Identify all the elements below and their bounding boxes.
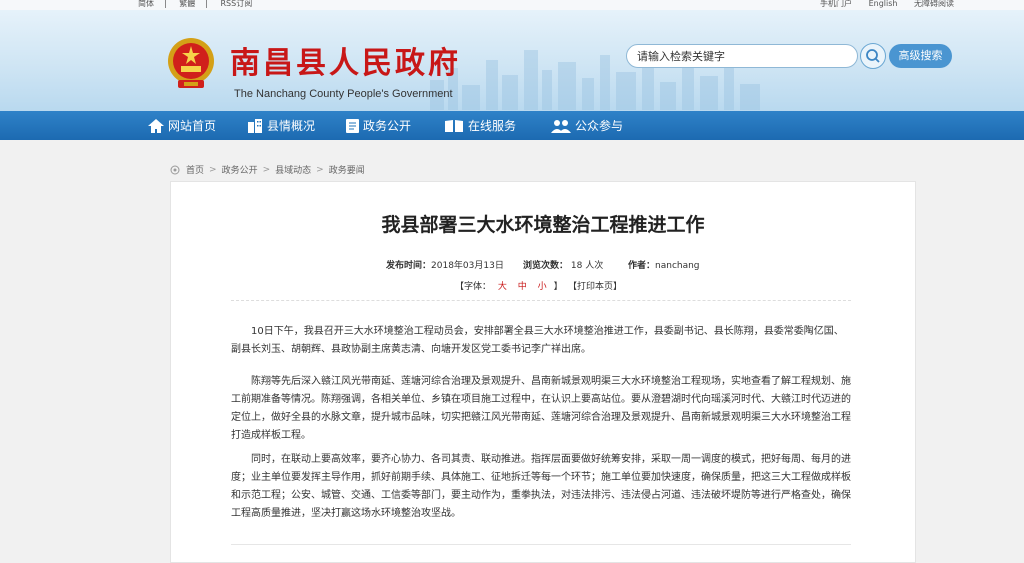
site-subtitle: The Nanchang County People's Government [234,88,453,100]
font-size-close: 】 [553,282,563,292]
nav-label: 县情概况 [267,119,316,133]
nav-item-county-overview[interactable]: 县情概况 [247,111,315,140]
publish-date: 2018年03月13日 [431,261,504,271]
nav-item-online-service[interactable]: 在线服务 [444,111,516,140]
search-button[interactable] [860,43,886,69]
font-size-medium[interactable]: 中 [518,282,527,292]
document-icon [346,118,359,133]
nav-item-gov-affairs[interactable]: 政务公开 [346,111,411,140]
topbar-simplified-link[interactable]: 简体 [138,0,154,8]
publish-meta: 发布时间：2018年03月13日 [386,258,504,271]
national-emblem-icon [168,38,214,88]
nav-item-home[interactable]: 网站首页 [148,111,216,140]
nav-label: 网站首页 [168,119,217,133]
article-title: 我县部署三大水环境整治工程推进工作 [381,214,705,236]
main-nav: 网站首页 县情概况 政务公开 在线服务 公众参与 [0,111,1024,140]
nav-label: 公众参与 [575,119,624,133]
topbar-mobile-link[interactable]: 手机门户 [820,0,852,8]
font-size-controls: 【字体： 大 中 小 】 [455,279,563,292]
search-icon [866,49,880,63]
article-footer-rule [231,544,851,545]
breadcrumb-home[interactable]: 首页 [186,163,204,176]
topbar-rss-link[interactable]: RSS订阅 [221,0,253,8]
advanced-search-button[interactable]: 高级搜索 [889,44,952,68]
article-paragraph: 同时，在联动上要高效率，要齐心协力、各司其责、联动推进。指挥层面要做好统筹安排，… [231,454,851,519]
home-icon [148,118,164,133]
views-unit: 人次 [585,261,604,271]
article-paragraph: 陈翔等先后深入赣江风光带南延、莲塘河综合治理及景观提升、昌南新城景观明渠三大水环… [231,376,851,441]
author-meta: 作者：nanchang [628,258,700,271]
breadcrumb-county-news[interactable]: 县域动态 [275,163,311,176]
meta-divider [231,300,851,301]
article-panel: 我县部署三大水环境整治工程推进工作 发布时间：2018年03月13日 浏览次数：… [170,181,916,563]
top-utility-bar: 简体 | 繁體 | RSS订阅 手机门户 English 无障碍阅读 [0,0,1024,10]
author-label: 作者： [628,261,656,271]
author-name: nanchang [655,261,700,271]
nav-item-public-participation[interactable]: 公众参与 [551,111,623,140]
print-page-link[interactable]: 【打印本页】 [568,279,622,292]
breadcrumb-gov-headlines[interactable]: 政务要闻 [329,163,365,176]
breadcrumb: 首页 > 政务公开 > 县域动态 > 政务要闻 [170,163,365,176]
article-paragraph: 10日下午，我县召开三大水环境整治工程动员会，安排部署全县三大水环境整治推进工作… [231,326,844,355]
users-icon [551,119,571,133]
book-icon [445,119,463,132]
search-input[interactable] [626,44,858,68]
views-label: 浏览次数： [523,261,569,271]
nav-label: 政务公开 [363,119,412,133]
topbar-traditional-link[interactable]: 繁體 [179,0,195,8]
site-banner: 南昌县人民政府 The Nanchang County People's Gov… [0,10,1024,111]
publish-label: 发布时间： [386,261,432,271]
font-size-label: 【字体： [455,282,492,292]
site-title: 南昌县人民政府 [230,46,461,81]
topbar-accessibility-link[interactable]: 无障碍阅读 [914,0,954,8]
location-icon [170,165,180,174]
breadcrumb-gov-affairs[interactable]: 政务公开 [222,163,258,176]
views-meta: 浏览次数： 18 人次 [523,258,603,271]
nav-label: 在线服务 [468,119,517,133]
views-count: 18 [570,261,583,271]
topbar-english-link[interactable]: English [869,0,898,8]
font-size-large[interactable]: 大 [498,282,507,292]
building-icon [248,118,262,133]
font-size-small[interactable]: 小 [538,282,547,292]
